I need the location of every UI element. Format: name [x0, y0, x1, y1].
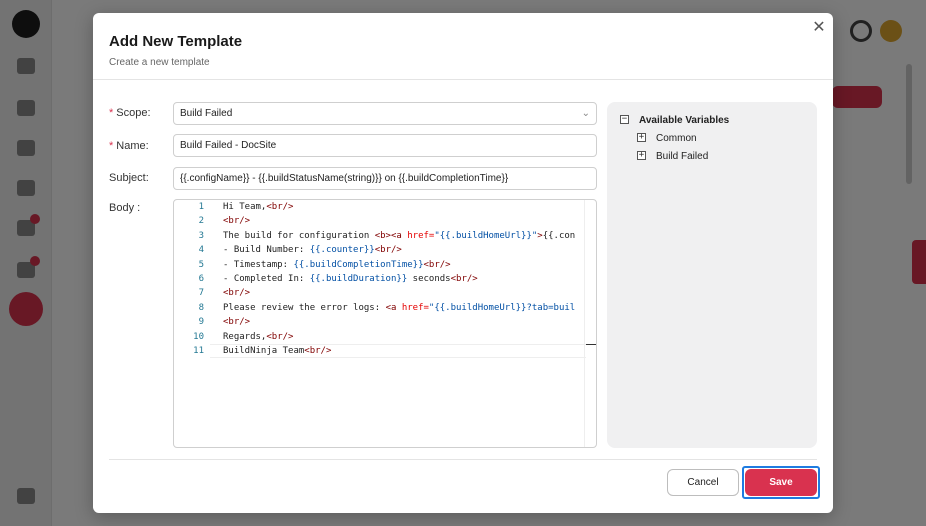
save-button[interactable]: Save [745, 469, 817, 496]
editor-gutter: 1 2 3 4 5 6 7 8 9 10 11 [174, 200, 210, 447]
close-icon[interactable]: ✕ [811, 20, 827, 36]
collapse-icon[interactable]: − [620, 115, 629, 124]
subject-label: Subject: [109, 172, 149, 184]
name-input[interactable]: Build Failed - DocSite [173, 134, 597, 157]
line-number: 3 [198, 231, 204, 241]
body-label: Body : [109, 202, 141, 214]
code-line: - Timestamp: {{.buildCompletionTime}}<br… [223, 260, 451, 270]
variable-group-build-failed[interactable]: Build Failed [656, 151, 708, 162]
code-line: - Build Number: {{.counter}}<br/> [223, 245, 402, 255]
line-number: 8 [198, 303, 204, 313]
code-line: Please review the error logs: <a href="{… [223, 303, 576, 313]
code-line: <br/> [223, 288, 251, 298]
required-asterisk: * [109, 140, 114, 152]
body-code-editor[interactable]: 1 2 3 4 5 6 7 8 9 10 11 Hi Team,<br/> <b… [173, 199, 597, 448]
line-number: 6 [198, 274, 204, 284]
required-asterisk: * [109, 107, 114, 119]
code-line: <br/> [223, 317, 251, 327]
chevron-down-icon: ⌄ [581, 108, 590, 119]
cancel-button[interactable]: Cancel [667, 469, 739, 496]
line-number: 11 [193, 346, 204, 356]
code-line: - Completed In: {{.buildDuration}} secon… [223, 274, 478, 284]
line-number: 4 [198, 245, 204, 255]
line-number: 10 [193, 332, 204, 342]
code-line: BuildNinja Team<br/> [223, 346, 332, 356]
code-line: <br/> [223, 216, 251, 226]
scope-select[interactable]: Build Failed ⌄ [173, 102, 597, 125]
line-number: 2 [198, 216, 204, 226]
scope-label: * Scope: [109, 107, 151, 119]
dialog-subtitle: Create a new template [109, 57, 210, 68]
editor-scrollbar[interactable] [584, 200, 596, 447]
variables-title: Available Variables [639, 115, 730, 126]
available-variables-panel: − Available Variables + Common + Build F… [607, 102, 817, 448]
editor-cursor-marker [586, 344, 596, 345]
add-template-dialog: ✕ Add New Template Create a new template… [93, 13, 833, 513]
scope-select-value: Build Failed [180, 108, 233, 119]
code-line: The build for configuration <b><a href="… [223, 231, 576, 241]
line-number: 5 [198, 260, 204, 270]
expand-icon[interactable]: + [637, 133, 646, 142]
expand-icon[interactable]: + [637, 151, 646, 160]
line-number: 7 [198, 288, 204, 298]
subject-input[interactable]: {{.configName}} - {{.buildStatusName(str… [173, 167, 597, 190]
dialog-title: Add New Template [109, 33, 243, 50]
variable-group-common[interactable]: Common [656, 133, 697, 144]
footer-divider [109, 459, 817, 460]
code-line: Hi Team,<br/> [223, 202, 294, 212]
line-number: 9 [198, 317, 204, 327]
name-label: * Name: [109, 140, 149, 152]
line-number: 1 [198, 202, 204, 212]
code-line: Regards,<br/> [223, 332, 294, 342]
header-divider [93, 79, 833, 80]
